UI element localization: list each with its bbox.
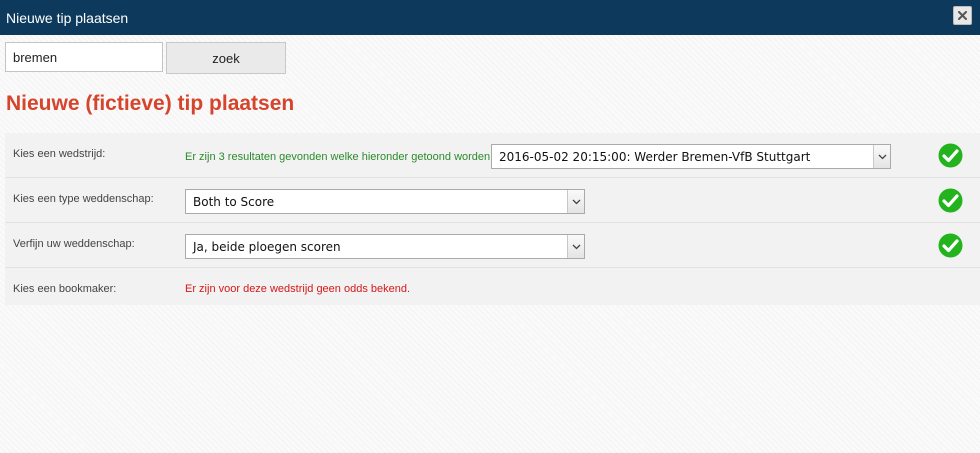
- match-label: Kies een wedstrijd:: [13, 148, 106, 160]
- green-check-icon: [938, 233, 963, 258]
- close-icon: [958, 11, 967, 20]
- close-button[interactable]: [953, 6, 972, 25]
- refine-select[interactable]: Ja, beide ploegen scoren: [185, 234, 585, 259]
- bet-type-label: Kies een type weddenschap:: [13, 193, 154, 205]
- chevron-down-icon: [567, 190, 584, 213]
- form-row-bet-type: Kies een type weddenschap: Both to Score: [5, 178, 980, 223]
- bet-type-select[interactable]: Both to Score: [185, 189, 585, 214]
- bookmaker-label: Kies een bookmaker:: [13, 283, 117, 295]
- form-row-bookmaker: Kies een bookmaker: Er zijn voor deze we…: [5, 268, 980, 305]
- match-result-message: Er zijn 3 resultaten gevonden welke hier…: [185, 151, 494, 163]
- match-select-value: 2016-05-02 20:15:00: Werder Bremen-VfB S…: [499, 149, 811, 164]
- search-bar: zoek: [5, 42, 286, 74]
- dialog-title: Nieuwe tip plaatsen: [6, 9, 129, 26]
- page-heading: Nieuwe (fictieve) tip plaatsen: [6, 92, 295, 115]
- bet-type-select-value: Both to Score: [193, 194, 275, 209]
- dialog-titlebar: Nieuwe tip plaatsen: [0, 0, 980, 35]
- match-select[interactable]: 2016-05-02 20:15:00: Werder Bremen-VfB S…: [491, 144, 891, 169]
- refine-label: Verfijn uw weddenschap:: [13, 238, 135, 250]
- tip-form: Kies een wedstrijd: Er zijn 3 resultaten…: [5, 133, 980, 305]
- form-row-match: Kies een wedstrijd: Er zijn 3 resultaten…: [5, 133, 980, 178]
- form-row-refine: Verfijn uw weddenschap: Ja, beide ploege…: [5, 223, 980, 268]
- green-check-icon: [938, 188, 963, 213]
- search-input[interactable]: [5, 42, 163, 72]
- chevron-down-icon: [567, 235, 584, 258]
- refine-select-value: Ja, beide ploegen scoren: [193, 239, 341, 254]
- search-button[interactable]: zoek: [166, 42, 286, 74]
- green-check-icon: [938, 143, 963, 168]
- chevron-down-icon: [873, 145, 890, 168]
- bookmaker-error-message: Er zijn voor deze wedstrijd geen odds be…: [185, 283, 411, 295]
